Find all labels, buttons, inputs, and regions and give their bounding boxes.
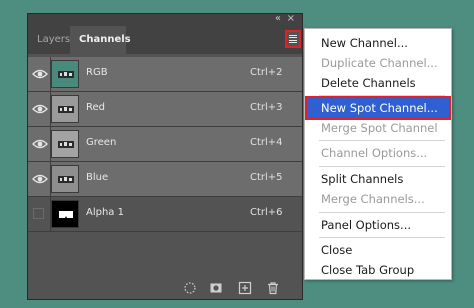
channel-thumbnail bbox=[51, 130, 79, 158]
eye-icon[interactable] bbox=[32, 136, 48, 152]
channel-row-rgb[interactable]: RGB Ctrl+2 bbox=[28, 57, 302, 92]
menu-item-delete-channels[interactable]: Delete Channels bbox=[305, 73, 451, 93]
menu-item-merge-spot-channel[interactable]: Merge Spot Channel bbox=[305, 118, 451, 138]
channel-shortcut: Ctrl+3 bbox=[250, 102, 283, 113]
channel-thumbnail bbox=[51, 200, 79, 228]
channel-row-blue[interactable]: Blue Ctrl+5 bbox=[28, 162, 302, 197]
channel-shortcut: Ctrl+4 bbox=[250, 137, 283, 148]
menu-separator bbox=[319, 95, 445, 96]
new-channel-icon[interactable] bbox=[238, 281, 252, 295]
channel-row-red[interactable]: Red Ctrl+3 bbox=[28, 92, 302, 127]
visibility-toggle-empty[interactable] bbox=[33, 208, 44, 219]
channels-panel: « × Layers Channels RGB Ctrl+2 Red Ctrl+… bbox=[27, 13, 303, 300]
channel-shortcut: Ctrl+6 bbox=[250, 207, 283, 218]
menu-item-channel-options[interactable]: Channel Options... bbox=[305, 143, 451, 163]
close-panel-icon[interactable]: × bbox=[287, 13, 295, 24]
panel-footer bbox=[28, 277, 302, 299]
eye-icon[interactable] bbox=[32, 101, 48, 117]
channel-shortcut: Ctrl+5 bbox=[250, 172, 283, 183]
menu-item-close[interactable]: Close bbox=[305, 240, 451, 260]
panel-flyout-menu: New Channel... Duplicate Channel... Dele… bbox=[304, 28, 452, 280]
menu-separator bbox=[319, 237, 445, 238]
menu-item-merge-channels[interactable]: Merge Channels... bbox=[305, 189, 451, 209]
panel-title-bar: « × bbox=[28, 13, 302, 26]
channel-row-alpha-1[interactable]: Alpha 1 Ctrl+6 bbox=[28, 197, 302, 232]
save-selection-mask-icon[interactable] bbox=[209, 281, 223, 295]
channel-name: Blue bbox=[86, 172, 109, 183]
menu-item-new-channel[interactable]: New Channel... bbox=[305, 33, 451, 53]
channel-thumbnail bbox=[51, 95, 79, 123]
channel-row-green[interactable]: Green Ctrl+4 bbox=[28, 127, 302, 162]
tab-channels[interactable]: Channels bbox=[70, 26, 131, 54]
channel-name: Red bbox=[86, 102, 105, 113]
menu-item-new-spot-channel[interactable]: New Spot Channel... bbox=[305, 96, 451, 120]
channel-thumbnail bbox=[51, 165, 79, 193]
eye-icon[interactable] bbox=[32, 171, 48, 187]
menu-separator bbox=[319, 166, 445, 167]
panel-tab-bar: Layers Channels bbox=[28, 26, 302, 54]
channel-name: RGB bbox=[86, 67, 108, 78]
menu-item-split-channels[interactable]: Split Channels bbox=[305, 169, 451, 189]
load-selection-icon[interactable] bbox=[183, 281, 197, 295]
eye-icon[interactable] bbox=[32, 66, 48, 82]
panel-menu-icon[interactable] bbox=[285, 30, 301, 48]
channel-name: Alpha 1 bbox=[86, 207, 124, 218]
menu-separator bbox=[319, 140, 445, 141]
collapse-panel-icon[interactable]: « bbox=[275, 13, 281, 24]
menu-item-panel-options[interactable]: Panel Options... bbox=[305, 215, 451, 235]
channel-shortcut: Ctrl+2 bbox=[250, 67, 283, 78]
channel-thumbnail bbox=[51, 60, 79, 88]
channel-name: Green bbox=[86, 137, 117, 148]
menu-separator bbox=[319, 212, 445, 213]
delete-channel-icon[interactable] bbox=[266, 281, 280, 295]
channel-list: RGB Ctrl+2 Red Ctrl+3 Green Ctrl+4 Blue … bbox=[28, 57, 302, 232]
menu-item-close-tab-group[interactable]: Close Tab Group bbox=[305, 260, 451, 280]
menu-item-duplicate-channel[interactable]: Duplicate Channel... bbox=[305, 53, 451, 73]
